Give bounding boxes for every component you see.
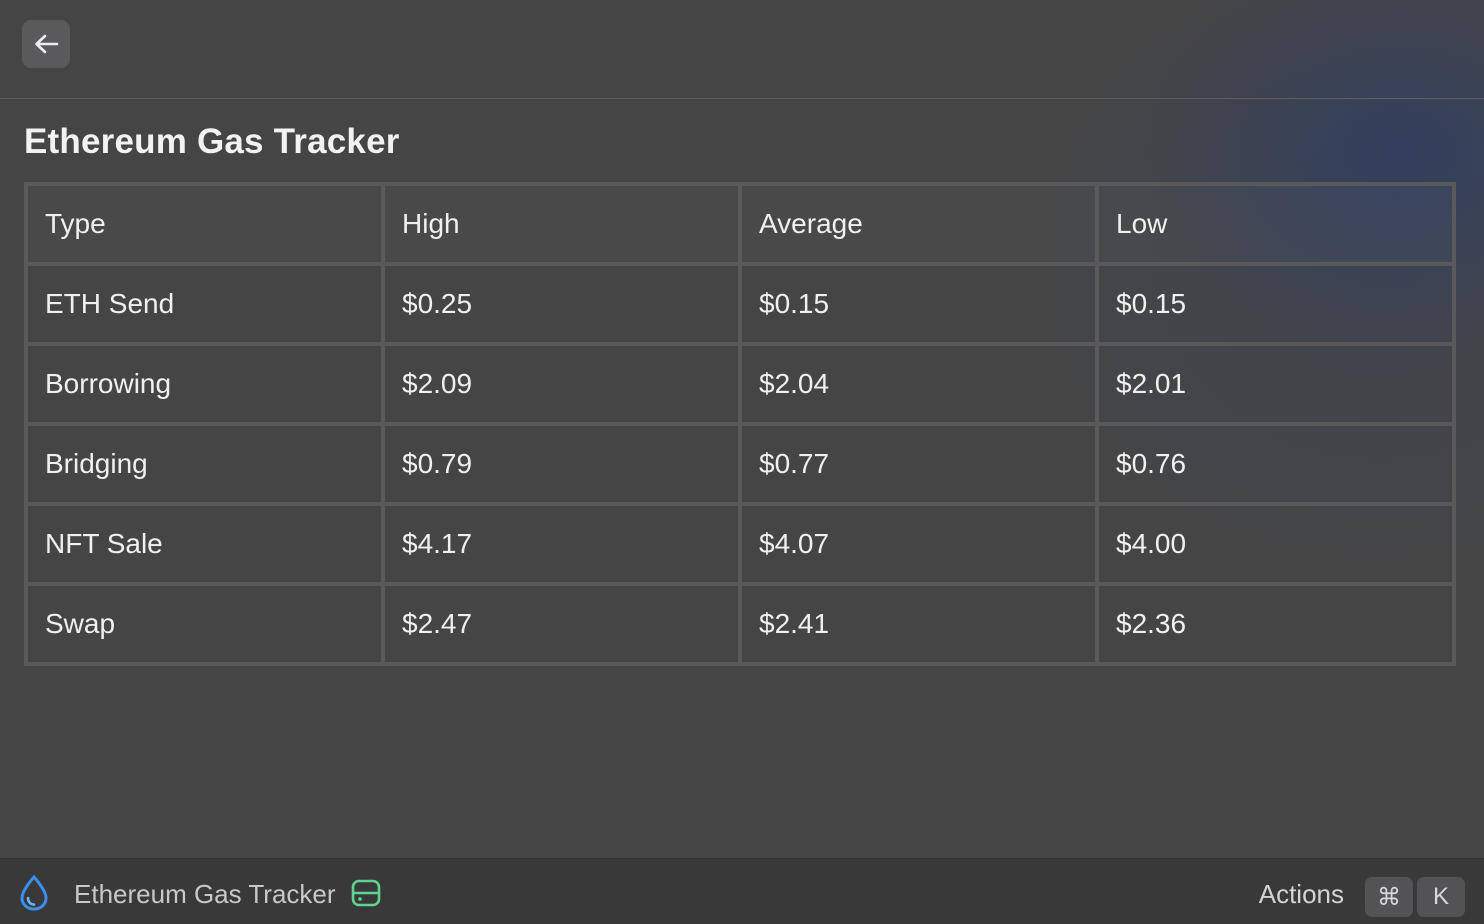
cell-high: $0.25 [383, 264, 740, 344]
water-drop-icon [17, 874, 51, 911]
cell-type: Swap [26, 584, 383, 664]
cell-average: $0.15 [740, 264, 1097, 344]
cell-type: Bridging [26, 424, 383, 504]
footer-title: Ethereum Gas Tracker [74, 879, 336, 909]
cell-type: ETH Send [26, 264, 383, 344]
actions-button[interactable]: Actions [1259, 879, 1344, 910]
extension-window: Ethereum Gas Tracker Type High Average L… [0, 0, 1484, 924]
cell-low: $0.15 [1097, 264, 1454, 344]
cell-high: $4.17 [383, 504, 740, 584]
table-row: ETH Send $0.25 $0.15 $0.15 [26, 264, 1454, 344]
arrow-left-icon [33, 33, 59, 55]
table-row: Swap $2.47 $2.41 $2.36 [26, 584, 1454, 664]
cell-low: $0.76 [1097, 424, 1454, 504]
cell-low: $2.36 [1097, 584, 1454, 664]
gas-table-container: Type High Average Low ETH Send $0.25 $0.… [24, 182, 1456, 666]
column-header-high: High [383, 184, 740, 264]
cell-type: Borrowing [26, 344, 383, 424]
page-title: Ethereum Gas Tracker [24, 122, 400, 161]
column-header-average: Average [740, 184, 1097, 264]
cell-average: $2.04 [740, 344, 1097, 424]
hard-drive-icon [350, 877, 382, 909]
cell-type: NFT Sale [26, 504, 383, 584]
table-row: Bridging $0.79 $0.77 $0.76 [26, 424, 1454, 504]
table-row: Borrowing $2.09 $2.04 $2.01 [26, 344, 1454, 424]
back-button[interactable] [22, 20, 70, 68]
cell-low: $2.01 [1097, 344, 1454, 424]
k-key: K [1417, 877, 1465, 917]
cell-average: $2.41 [740, 584, 1097, 664]
table-header-row: Type High Average Low [26, 184, 1454, 264]
command-key: ⌘ [1365, 877, 1413, 917]
cell-high: $0.79 [383, 424, 740, 504]
cell-low: $4.00 [1097, 504, 1454, 584]
gas-table: Type High Average Low ETH Send $0.25 $0.… [24, 182, 1456, 666]
column-header-type: Type [26, 184, 383, 264]
cell-average: $4.07 [740, 504, 1097, 584]
cell-high: $2.47 [383, 584, 740, 664]
table-row: NFT Sale $4.17 $4.07 $4.00 [26, 504, 1454, 584]
top-bar [0, 0, 1484, 99]
column-header-low: Low [1097, 184, 1454, 264]
footer-bar: Ethereum Gas Tracker Actions ⌘ K [0, 858, 1484, 924]
cell-average: $0.77 [740, 424, 1097, 504]
cell-high: $2.09 [383, 344, 740, 424]
